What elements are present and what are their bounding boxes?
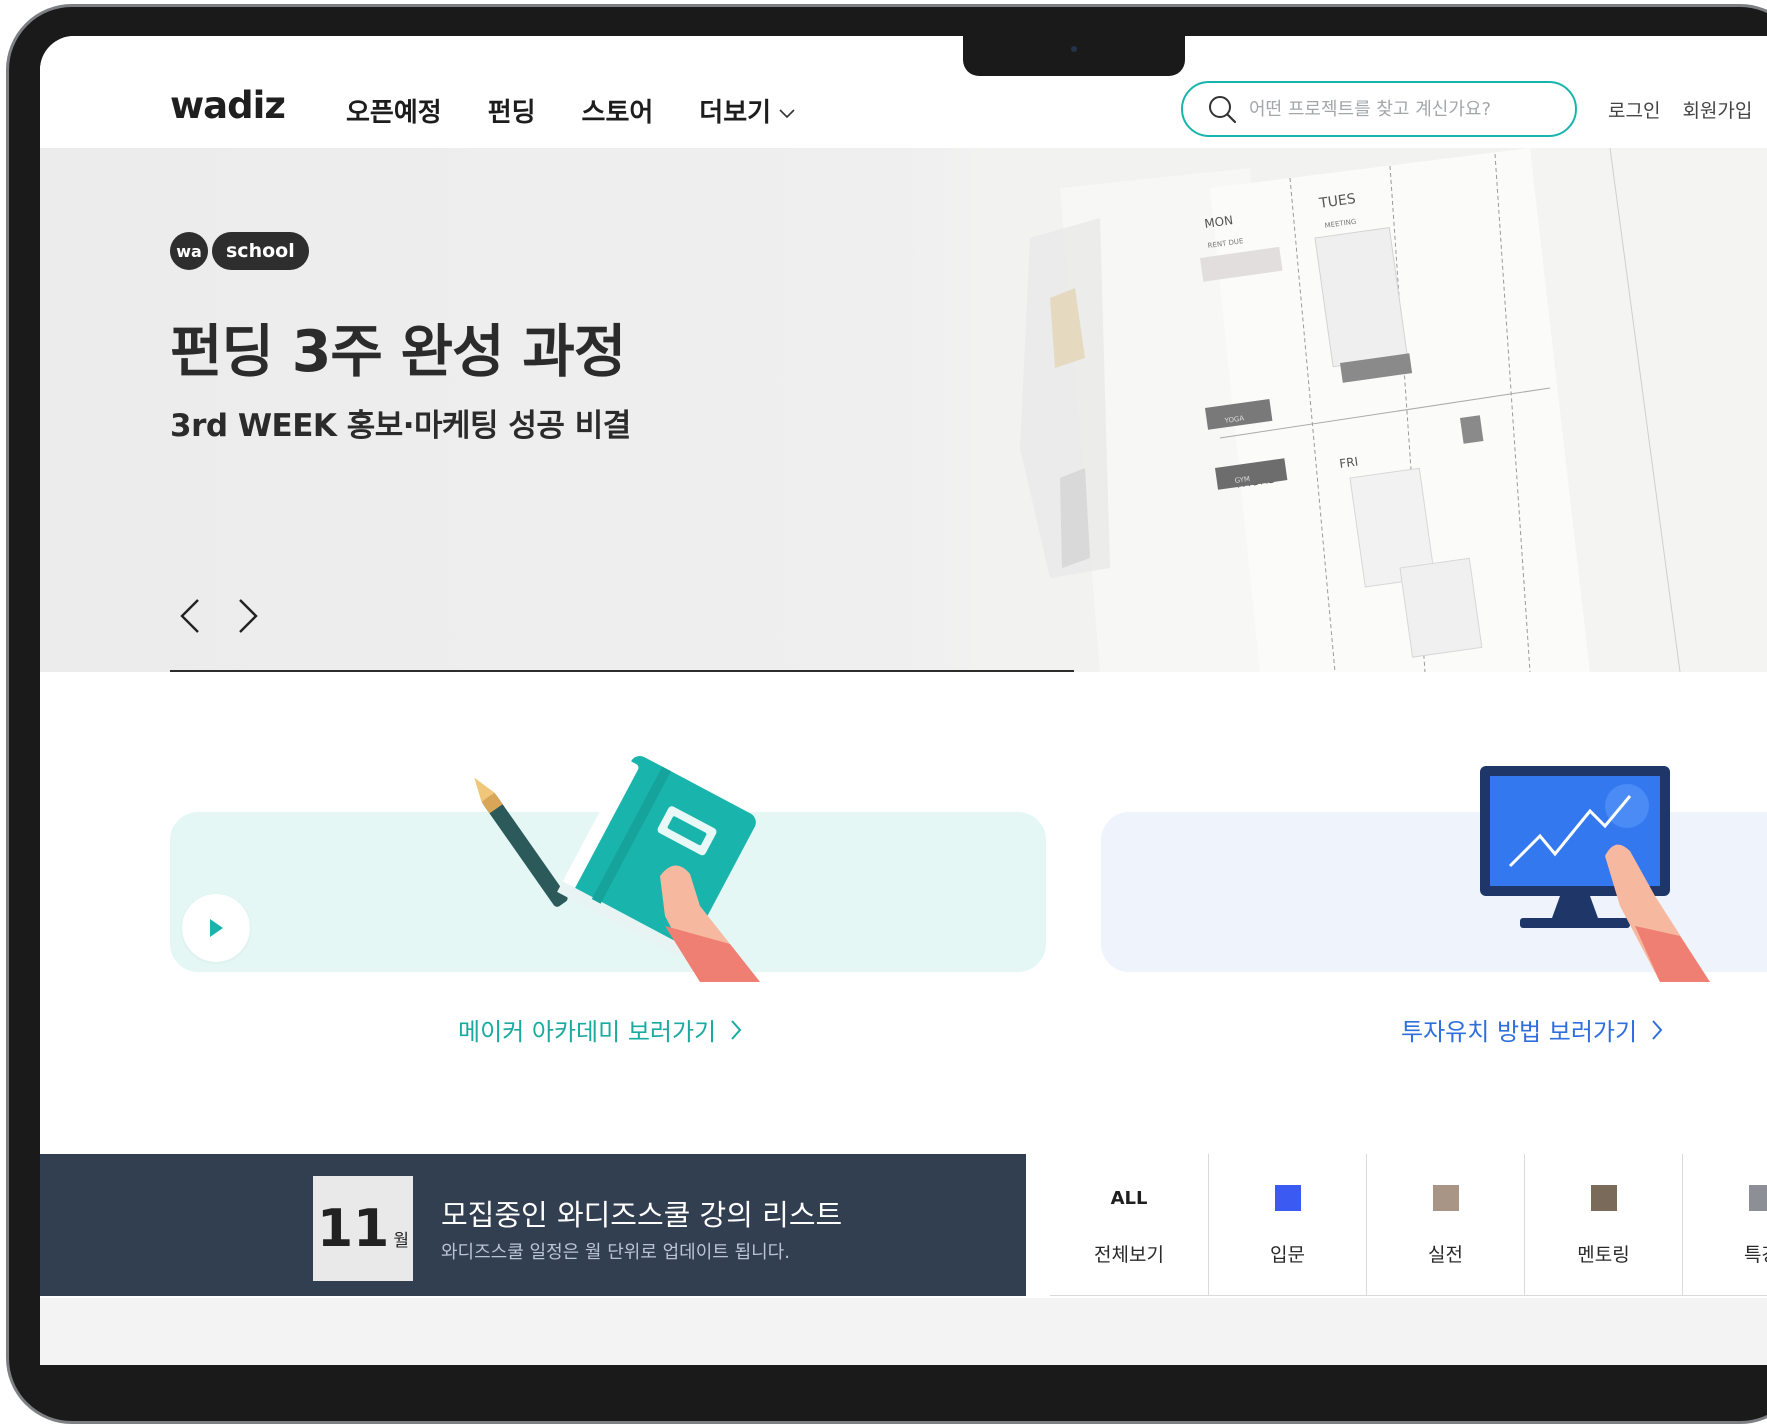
play-icon bbox=[207, 917, 225, 939]
filter-beginner[interactable]: 입문 bbox=[1208, 1154, 1366, 1296]
filter-label: 전체보기 bbox=[1094, 1240, 1164, 1267]
filter-all[interactable]: ALL 전체보기 bbox=[1050, 1154, 1208, 1296]
month-badge: 11 월 bbox=[313, 1176, 413, 1281]
book-pen-illustration bbox=[460, 756, 790, 982]
main-nav: 오픈예정 펀딩 스토어 더보기 bbox=[346, 92, 795, 129]
investment-method-link[interactable]: 투자유치 방법 보러가기 bbox=[1401, 1012, 1663, 1047]
badge-wa: wa bbox=[170, 232, 208, 270]
chevron-right-icon bbox=[1651, 1019, 1663, 1041]
nav-item-open-soon[interactable]: 오픈예정 bbox=[346, 92, 442, 129]
auth-links: 로그인 회원가입 bbox=[1608, 96, 1752, 123]
chevron-right-icon bbox=[730, 1019, 742, 1041]
course-list-banner: 11 월 모집중인 와디즈스쿨 강의 리스트 와디즈스쿨 일정은 월 단위로 업… bbox=[40, 1154, 1026, 1296]
filter-practical[interactable]: 실전 bbox=[1366, 1154, 1524, 1296]
chevron-left-icon bbox=[179, 598, 201, 634]
hero-subtitle: 3rd WEEK 홍보·마케팅 성공 비결 bbox=[170, 400, 631, 445]
course-list-area bbox=[40, 1298, 1767, 1365]
login-link[interactable]: 로그인 bbox=[1608, 96, 1660, 123]
signup-link[interactable]: 회원가입 bbox=[1682, 96, 1752, 123]
filter-special-lecture[interactable]: 특강 bbox=[1682, 1154, 1767, 1296]
browser-viewport: wadiz 오픈예정 펀딩 스토어 더보기 로그인 회원가입 bbox=[40, 36, 1767, 1365]
course-list-subtitle: 와디즈스쿨 일정은 월 단위로 업데이트 됩니다. bbox=[441, 1238, 790, 1264]
nav-item-more[interactable]: 더보기 bbox=[699, 92, 795, 129]
carousel-progress-bar bbox=[170, 670, 1074, 672]
filter-mentoring[interactable]: 멘토링 bbox=[1524, 1154, 1682, 1296]
course-list-title: 모집중인 와디즈스쿨 강의 리스트 bbox=[441, 1192, 842, 1234]
course-filter-tabs: ALL 전체보기 입문 실전 멘토링 특강 bbox=[1050, 1154, 1767, 1296]
filter-label: 입문 bbox=[1270, 1240, 1305, 1267]
wadiz-logo[interactable]: wadiz bbox=[170, 84, 285, 127]
special-color-swatch bbox=[1749, 1185, 1767, 1211]
nav-item-store[interactable]: 스토어 bbox=[582, 92, 654, 129]
wa-school-badge: wa school bbox=[170, 232, 309, 270]
maker-academy-link[interactable]: 메이커 아카데미 보러가기 bbox=[458, 1012, 742, 1047]
carousel-next-button[interactable] bbox=[232, 596, 264, 636]
planner-photo: MON TUES THURS FRI RENT DUE MEETING YOGA… bbox=[990, 148, 1767, 672]
play-video-button[interactable] bbox=[182, 894, 250, 962]
chevron-down-icon bbox=[779, 96, 795, 126]
carousel-prev-button[interactable] bbox=[174, 596, 206, 636]
camera-notch bbox=[963, 36, 1185, 76]
beginner-color-swatch bbox=[1275, 1185, 1301, 1211]
chevron-right-icon bbox=[237, 598, 259, 634]
search-icon bbox=[1207, 94, 1237, 124]
search-box[interactable] bbox=[1181, 81, 1577, 137]
hero-title: 펀딩 3주 완성 과정 bbox=[170, 306, 625, 388]
month-unit: 월 bbox=[393, 1226, 409, 1251]
site-header: wadiz 오픈예정 펀딩 스토어 더보기 로그인 회원가입 bbox=[40, 36, 1767, 148]
planner-day-fri: FRI bbox=[1338, 454, 1359, 470]
hero-banner[interactable]: MON TUES THURS FRI RENT DUE MEETING YOGA… bbox=[40, 148, 1767, 672]
nav-item-funding[interactable]: 펀딩 bbox=[488, 92, 536, 129]
filter-label: 특강 bbox=[1744, 1240, 1767, 1267]
hero-carousel-controls bbox=[174, 596, 264, 636]
search-input[interactable] bbox=[1247, 98, 1551, 121]
filter-label: 멘토링 bbox=[1577, 1240, 1629, 1267]
monitor-chart-illustration bbox=[1440, 766, 1760, 982]
mentoring-color-swatch bbox=[1591, 1185, 1617, 1211]
badge-school: school bbox=[212, 232, 309, 270]
filter-label: 실전 bbox=[1428, 1240, 1463, 1267]
camera-icon bbox=[1071, 46, 1077, 52]
practical-color-swatch bbox=[1433, 1185, 1459, 1211]
filter-all-top: ALL bbox=[1111, 1184, 1148, 1212]
month-number: 11 bbox=[317, 1199, 389, 1259]
